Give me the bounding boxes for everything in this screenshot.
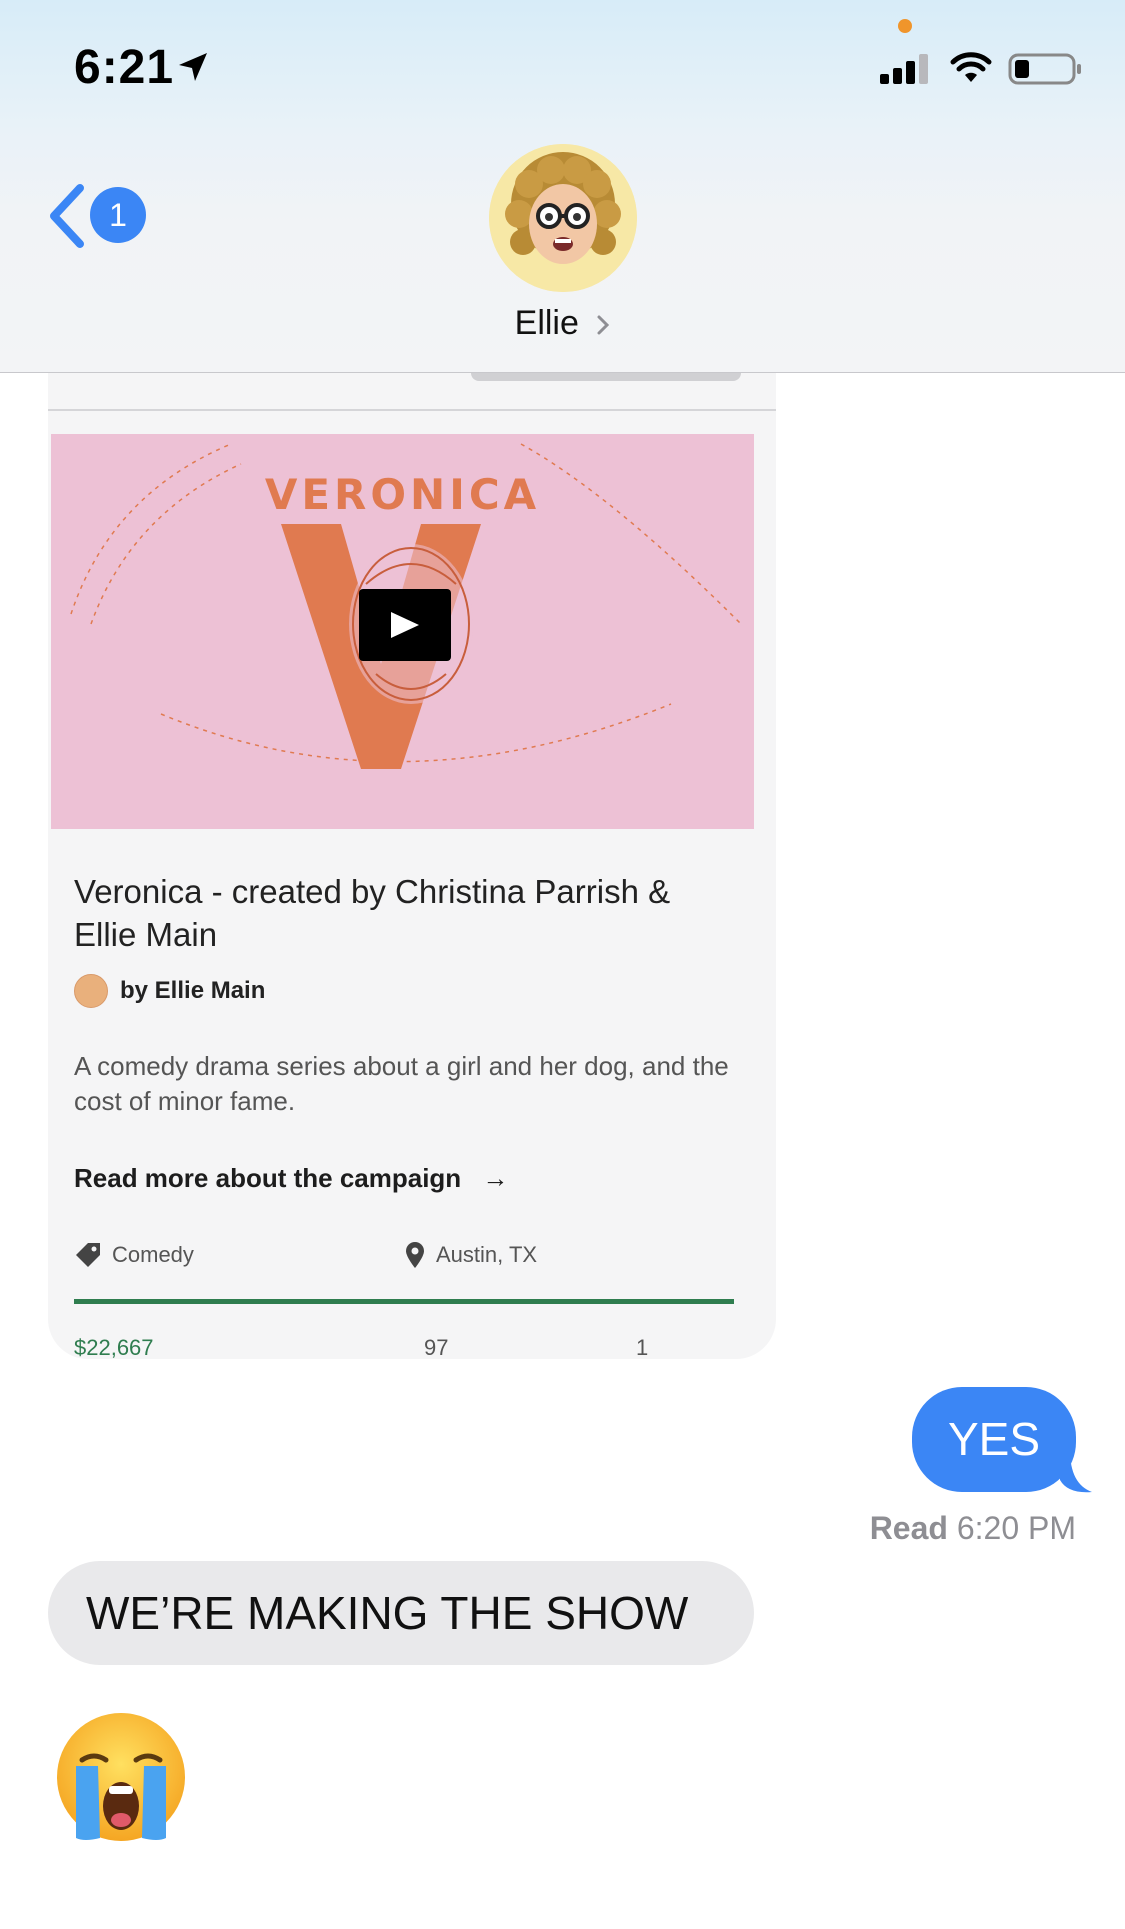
days-to-go: 1	[636, 1335, 649, 1359]
category-tag[interactable]: Comedy	[74, 1235, 194, 1275]
campaign-title: Veronica - created by Christina Parrish …	[74, 873, 671, 953]
backers-count: 97	[424, 1335, 449, 1359]
privacy-indicator-dot	[898, 19, 912, 33]
arrow-right-icon: →	[482, 1163, 509, 1193]
tag-icon	[76, 1243, 100, 1267]
loudly-crying-face-icon[interactable]	[54, 1710, 188, 1844]
campaign-meta: Comedy Austin, TX	[74, 1235, 754, 1275]
memoji-avatar-icon	[489, 144, 637, 292]
unread-badge: 1	[90, 187, 146, 243]
read-label: Read	[869, 1510, 948, 1546]
bubble-tail	[1060, 1450, 1092, 1493]
wifi-icon	[950, 52, 992, 82]
chevron-right-icon	[597, 315, 610, 335]
location-arrow-icon	[179, 53, 207, 81]
creator-name: by Ellie Main	[120, 977, 266, 1004]
battery-icon	[1008, 53, 1081, 85]
incoming-message-bubble[interactable]: WE’RE MAKING THE SHOW	[48, 1561, 754, 1665]
outgoing-message-bubble[interactable]: YES	[912, 1387, 1076, 1492]
status-time: 6:21	[74, 41, 175, 94]
incoming-message-text: WE’RE MAKING THE SHOW	[86, 1587, 689, 1639]
contact-name-button[interactable]: Ellie	[0, 304, 1125, 343]
creator-avatar	[74, 974, 108, 1008]
play-icon	[391, 612, 419, 638]
chevron-left-icon	[50, 184, 84, 248]
campaign-description: A comedy drama series about a girl and h…	[74, 1051, 729, 1116]
map-pin-icon	[406, 1242, 424, 1268]
read-more-label: Read more about the campaign	[74, 1163, 462, 1193]
back-button[interactable]: 1	[46, 182, 156, 252]
read-more-link[interactable]: Read more about the campaign →	[74, 1163, 508, 1194]
read-time: 6:20 PM	[956, 1510, 1076, 1546]
funding-progress-bar	[74, 1299, 734, 1304]
play-button[interactable]	[359, 589, 451, 661]
link-preview-card[interactable]: VERONICA Veronica - created by Christina…	[48, 373, 776, 1359]
category-label: Comedy	[112, 1242, 194, 1267]
contact-avatar[interactable]	[489, 144, 637, 292]
read-receipt: Read 6:20 PM	[870, 1510, 1076, 1547]
hero-title: VERONICA	[264, 470, 541, 519]
cellular-signal-icon	[880, 54, 928, 84]
contact-name: Ellie	[514, 304, 579, 342]
location-tag[interactable]: Austin, TX	[404, 1235, 537, 1275]
campaign-video-thumbnail[interactable]: VERONICA	[51, 434, 754, 829]
location-label: Austin, TX	[436, 1242, 538, 1267]
pledged-amount: $22,667	[74, 1335, 154, 1359]
conversation-header: 6:21 1 Ellie	[0, 0, 1125, 373]
card-top-notch	[471, 373, 741, 381]
campaign-byline[interactable]: by Ellie Main	[74, 973, 265, 1009]
campaign-stats: $22,667 97 1	[74, 1335, 754, 1359]
